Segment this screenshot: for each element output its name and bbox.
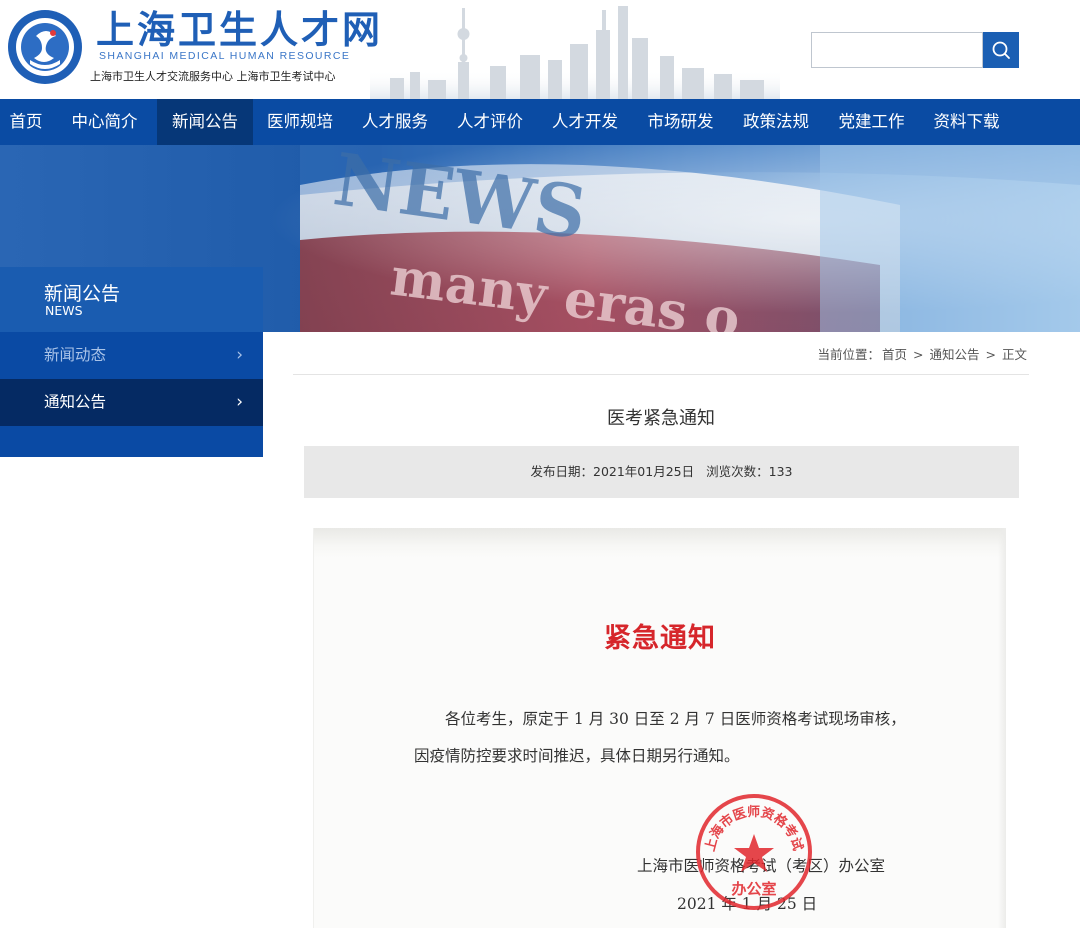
notice-heading: 紧急通知 — [604, 623, 716, 654]
breadcrumb-separator: > — [985, 347, 996, 362]
nav-item-news[interactable]: 新闻公告 — [157, 99, 253, 145]
chevron-right-icon: › — [236, 392, 243, 412]
notice-body-line: 因疫情防控要求时间推迟，具体日期另行通知。 — [414, 747, 740, 765]
nav-item-talent-service[interactable]: 人才服务 — [347, 99, 443, 145]
article-title: 医考紧急通知 — [607, 408, 715, 429]
sidebar-item-news-updates[interactable]: 新闻动态 › — [0, 332, 263, 379]
nav-item-downloads[interactable]: 资料下载 — [919, 99, 1014, 145]
chevron-right-icon: › — [236, 345, 243, 365]
scan-edge — [998, 528, 1006, 928]
article-meta-bar: 发布日期：2021年01月25日 浏览次数：133 — [304, 446, 1019, 498]
nav-item-home[interactable]: 首页 — [0, 99, 52, 145]
nav-item-party-building[interactable]: 党建工作 — [824, 99, 919, 145]
seal-bottom-text: 办公室 — [731, 880, 776, 898]
scan-edge — [314, 528, 1006, 558]
sidebar-title-en: NEWS — [45, 303, 83, 318]
site-title[interactable]: 上海卫生人才网 — [96, 8, 383, 52]
search-button[interactable] — [983, 32, 1019, 68]
sidebar-item-label: 通知公告 — [44, 393, 107, 411]
nav-item-policy[interactable]: 政策法规 — [728, 99, 824, 145]
breadcrumb: 当前位置： 首页 > 通知公告 > 正文 — [817, 344, 1028, 363]
site-header: 上海卫生人才网 SHANGHAI MEDICAL HUMAN RESOURCE … — [0, 0, 1080, 99]
site-subtitle-cn: 上海市卫生人才交流服务中心 上海市卫生考试中心 — [90, 70, 336, 83]
sidebar-title: 新闻公告 — [44, 283, 121, 305]
sidebar-header — [0, 267, 263, 332]
sidebar-item-notices[interactable]: 通知公告 › — [0, 379, 263, 426]
view-count: 浏览次数：133 — [706, 464, 793, 479]
logo-emblem-icon[interactable] — [6, 8, 84, 86]
nav-item-residency[interactable]: 医师规培 — [253, 99, 347, 145]
breadcrumb-separator: > — [913, 347, 924, 362]
breadcrumb-section-link[interactable]: 通知公告 — [930, 347, 980, 362]
notice-scan-image: 紧急通知 各位考生，原定于 1 月 30 日至 2 月 7 日医师资格考试现场审… — [313, 528, 1006, 928]
publish-date: 发布日期：2021年01月25日 — [530, 464, 695, 479]
divider — [293, 374, 1029, 375]
breadcrumb-home-link[interactable]: 首页 — [882, 347, 907, 362]
sidebar-item-label: 新闻动态 — [44, 346, 107, 364]
site-subtitle-en: SHANGHAI MEDICAL HUMAN RESOURCE — [99, 50, 351, 62]
nav-item-about[interactable]: 中心简介 — [52, 99, 157, 145]
notice-body-line: 各位考生，原定于 1 月 30 日至 2 月 7 日医师资格考试现场审核， — [445, 710, 906, 728]
breadcrumb-prefix: 当前位置： — [817, 347, 881, 362]
main-nav: 首页 中心简介 新闻公告 医师规培 人才服务 人才评价 人才开发 市场研发 政策… — [0, 99, 1080, 145]
nav-item-talent-development[interactable]: 人才开发 — [537, 99, 633, 145]
official-seal-stamp: 上海市医师资格考试（考区） 办公室 — [692, 790, 812, 910]
nav-item-talent-evaluation[interactable]: 人才评价 — [443, 99, 537, 145]
city-skyline-illustration — [370, 6, 780, 99]
nav-item-market-research[interactable]: 市场研发 — [633, 99, 728, 145]
breadcrumb-current: 正文 — [1001, 347, 1027, 362]
search-input[interactable] — [811, 32, 983, 68]
search-icon — [992, 41, 1010, 59]
